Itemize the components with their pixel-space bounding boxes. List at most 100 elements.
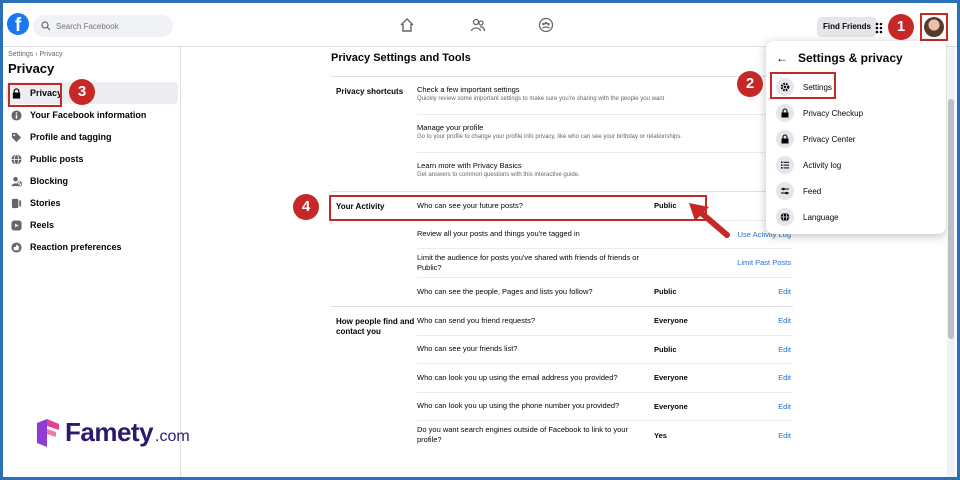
menu-item-label: Privacy Center bbox=[803, 134, 856, 144]
privacy-highlight-box bbox=[8, 83, 62, 107]
edit-link[interactable]: Edit bbox=[724, 287, 793, 296]
menu-item-label: Activity log bbox=[803, 160, 842, 170]
setting-value: Everyone bbox=[654, 373, 688, 383]
setting-row-friends-list[interactable]: Who can see your friends list? Public Ed… bbox=[417, 336, 793, 364]
sidebar-item-label: Blocking bbox=[30, 176, 69, 186]
menu-item-feed[interactable]: Feed bbox=[772, 178, 940, 204]
facebook-logo[interactable]: f bbox=[7, 13, 29, 35]
sidebar-item-facebook-information[interactable]: Your Facebook information bbox=[6, 104, 178, 126]
shortcut-manage-profile[interactable]: Manage your profile Go to your profile t… bbox=[417, 115, 793, 153]
account-menu-highlight[interactable] bbox=[920, 13, 948, 41]
menu-item-activity-log[interactable]: Activity log bbox=[772, 152, 940, 178]
menu-title: Settings & privacy bbox=[798, 51, 903, 65]
facebook-info-icon bbox=[11, 109, 22, 121]
setting-value: Everyone bbox=[654, 316, 688, 326]
groups-icon[interactable] bbox=[538, 17, 554, 33]
scrollbar-thumb[interactable] bbox=[948, 99, 954, 339]
privacy-settings-panel: Privacy shortcuts Check a few important … bbox=[331, 76, 793, 450]
sidebar-item-profile-tagging[interactable]: Profile and tagging bbox=[6, 126, 178, 148]
menu-item-language[interactable]: Language bbox=[772, 204, 940, 230]
setting-row-phone-lookup[interactable]: Who can look you up using the phone numb… bbox=[417, 393, 793, 421]
menu-item-privacy-checkup[interactable]: Privacy Checkup bbox=[772, 100, 940, 126]
find-friends-button[interactable]: Find Friends bbox=[817, 17, 877, 37]
sidebar-item-reels[interactable]: Reels bbox=[6, 214, 178, 236]
lock-icon bbox=[776, 130, 794, 148]
setting-row-email-lookup[interactable]: Who can look you up using the email addr… bbox=[417, 364, 793, 393]
shortcut-title: Check a few important settings bbox=[417, 85, 520, 94]
sidebar-item-label: Public posts bbox=[30, 154, 84, 164]
back-arrow-icon[interactable]: ← bbox=[776, 51, 788, 65]
section-label: How people find and contact you bbox=[336, 317, 415, 336]
shortcut-description: Go to your profile to change your profil… bbox=[417, 134, 683, 140]
settings-privacy-menu: ← Settings & privacy Settings Privacy Ch… bbox=[766, 41, 946, 234]
reaction-icon bbox=[11, 241, 22, 253]
step-badge-1: 1 bbox=[888, 14, 914, 40]
search-icon bbox=[41, 21, 51, 31]
section-rows: Who can send you friend requests? Everyo… bbox=[417, 307, 793, 450]
limit-past-posts-link[interactable]: Limit Past Posts bbox=[724, 258, 793, 267]
sliders-icon bbox=[776, 182, 794, 200]
search-input[interactable] bbox=[56, 21, 166, 31]
setting-question: Who can look you up using the phone numb… bbox=[417, 401, 620, 411]
setting-value: Public bbox=[654, 287, 677, 297]
setting-question: Who can look you up using the email addr… bbox=[417, 372, 618, 382]
sidebar-item-reaction-preferences[interactable]: Reaction preferences bbox=[6, 236, 178, 258]
sidebar-item-label: Stories bbox=[30, 198, 61, 208]
edit-link[interactable]: Edit bbox=[724, 431, 793, 440]
setting-row-following[interactable]: Who can see the people, Pages and lists … bbox=[417, 278, 793, 307]
famety-logo: Famety .com bbox=[35, 417, 190, 448]
edit-link[interactable]: Edit bbox=[724, 316, 793, 325]
shortcut-title: Manage your profile bbox=[417, 123, 484, 132]
friends-icon[interactable] bbox=[470, 17, 486, 33]
edit-link[interactable]: Edit bbox=[724, 373, 793, 382]
sidebar-menu: Privacy Your Facebook information Profil… bbox=[6, 82, 178, 258]
home-icon[interactable] bbox=[399, 17, 415, 33]
setting-row-friend-requests[interactable]: Who can send you friend requests? Everyo… bbox=[417, 307, 793, 336]
setting-question: Do you want search engines outside of Fa… bbox=[417, 425, 628, 445]
setting-value: Public bbox=[654, 344, 677, 354]
setting-question: Limit the audience for posts you've shar… bbox=[417, 252, 639, 272]
tag-icon bbox=[11, 132, 22, 142]
setting-row-review-posts[interactable]: Review all your posts and things you're … bbox=[417, 221, 793, 249]
search-box[interactable] bbox=[33, 15, 173, 37]
setting-question: Who can see your friends list? bbox=[417, 344, 518, 354]
section-label: Privacy shortcuts bbox=[336, 87, 404, 96]
menu-item-label: Language bbox=[803, 212, 839, 222]
list-icon bbox=[776, 156, 794, 174]
sidebar-item-label: Reaction preferences bbox=[30, 242, 122, 252]
sidebar-item-label: Reels bbox=[30, 220, 55, 230]
screenshot-frame: f Find Friends Settings › Privacy Privac… bbox=[3, 3, 957, 477]
setting-question: Who can send you friend requests? bbox=[417, 315, 535, 325]
privacy-shortcuts-section: Privacy shortcuts Check a few important … bbox=[331, 77, 793, 192]
sidebar-item-public-posts[interactable]: Public posts bbox=[6, 148, 178, 170]
shortcut-description: Quickly review some important settings t… bbox=[417, 96, 665, 102]
sidebar-item-stories[interactable]: Stories bbox=[6, 192, 178, 214]
menu-item-privacy-center[interactable]: Privacy Center bbox=[772, 126, 940, 152]
annotation-arrow bbox=[689, 203, 730, 238]
stories-icon bbox=[11, 198, 22, 208]
shortcut-privacy-basics[interactable]: Learn more with Privacy Basics Get answe… bbox=[417, 153, 793, 191]
menu-item-label: Feed bbox=[803, 186, 822, 196]
edit-link[interactable]: Edit bbox=[724, 402, 793, 411]
menu-grid-icon[interactable] bbox=[875, 17, 883, 37]
famety-logo-icon bbox=[37, 418, 59, 447]
setting-row-limit-past-posts[interactable]: Limit the audience for posts you've shar… bbox=[417, 249, 793, 278]
menu-item-label: Privacy Checkup bbox=[803, 108, 864, 118]
setting-question: Review all your posts and things you're … bbox=[417, 229, 580, 239]
step-badge-2: 2 bbox=[737, 71, 763, 97]
avatar[interactable] bbox=[924, 17, 944, 37]
shortcut-title: Learn more with Privacy Basics bbox=[417, 161, 522, 170]
setting-value: Everyone bbox=[654, 401, 688, 411]
settings-sidebar: Settings › Privacy Privacy Privacy Your … bbox=[3, 47, 181, 477]
page-scrollbar[interactable] bbox=[947, 47, 955, 477]
step-badge-3: 3 bbox=[69, 79, 95, 105]
setting-row-search-engines[interactable]: Do you want search engines outside of Fa… bbox=[417, 421, 793, 450]
sidebar-item-label: Your Facebook information bbox=[30, 110, 147, 120]
breadcrumb[interactable]: Settings › Privacy bbox=[8, 51, 62, 58]
sidebar-item-blocking[interactable]: Blocking bbox=[6, 170, 178, 192]
lock-check-icon bbox=[776, 104, 794, 122]
edit-link[interactable]: Edit bbox=[724, 345, 793, 354]
globe-icon bbox=[11, 153, 22, 165]
section-rows: Check a few important settings Quickly r… bbox=[417, 77, 793, 191]
your-activity-highlight-box bbox=[329, 195, 707, 221]
